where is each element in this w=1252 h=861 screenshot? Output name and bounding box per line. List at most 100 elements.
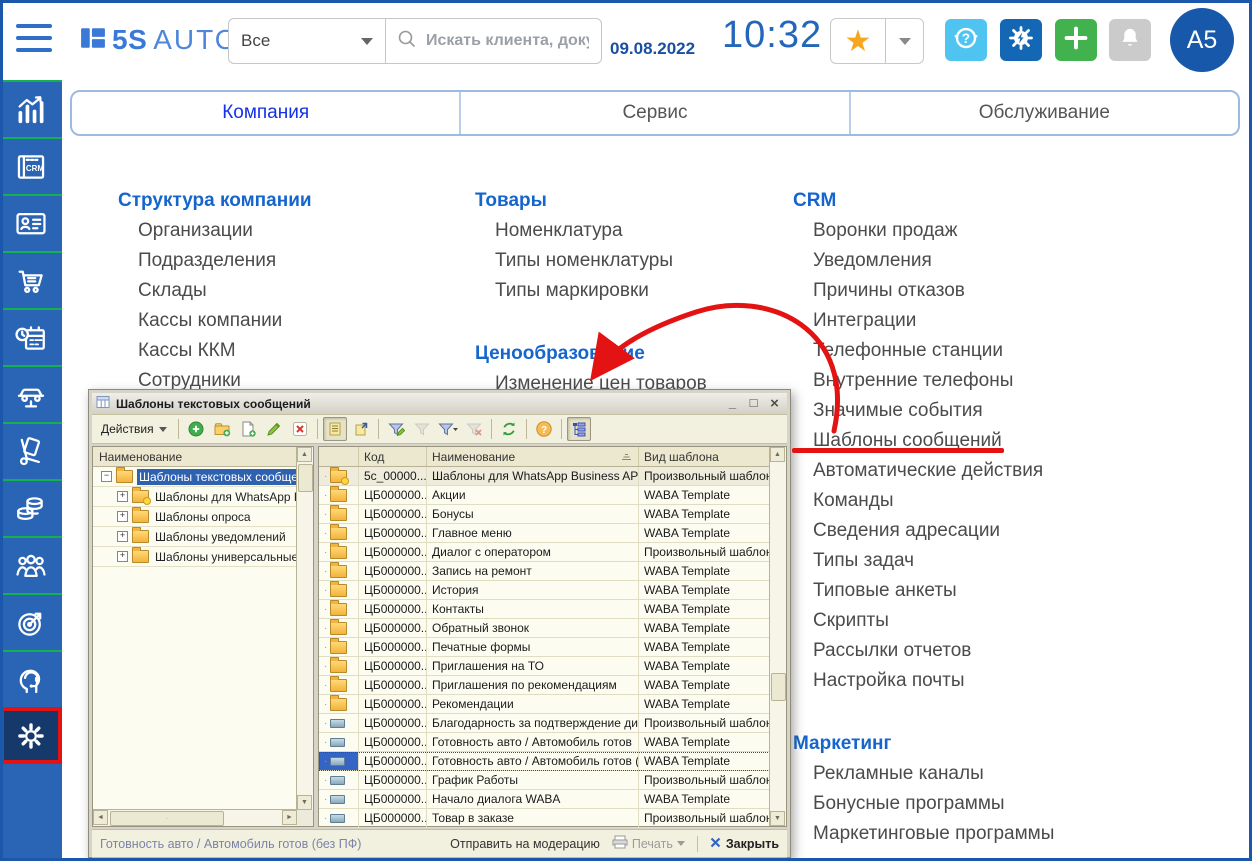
close-window-button[interactable]: Закрыть [710, 837, 779, 851]
search-scope-select[interactable]: Все [229, 19, 385, 63]
print-button[interactable]: Печать [612, 835, 685, 852]
toolbar-edit-button[interactable] [262, 417, 286, 441]
nav-item[interactable]: Причины отказов [793, 276, 1138, 306]
toolbar-hierarchy-view-button[interactable] [567, 417, 591, 441]
tab-2[interactable]: Сервис [459, 92, 848, 134]
nav-item[interactable]: Уведомления [793, 246, 1138, 276]
nav-item[interactable]: Подразделения [118, 246, 463, 276]
tree-vertical-scrollbar[interactable]: ▲ ▼ [296, 447, 313, 810]
notifications-button[interactable] [1109, 19, 1151, 61]
menu-icon[interactable] [16, 24, 52, 52]
sidebar-item-settings[interactable] [0, 707, 62, 764]
sidebar-item-targets[interactable] [0, 593, 62, 650]
nav-item[interactable]: Типовые анкеты [793, 576, 1138, 606]
minimize-icon[interactable]: _ [724, 395, 741, 412]
sidebar-item-sales[interactable] [0, 251, 62, 308]
sidebar-item-analytics[interactable] [0, 80, 62, 137]
nav-item[interactable]: Кассы ККМ [118, 336, 463, 366]
tree-row[interactable]: +Шаблоны опроса [93, 507, 297, 527]
sidebar-item-staff[interactable] [0, 536, 62, 593]
table-row[interactable]: ·ЦБ000000...График РаботыПроизвольный ша… [319, 771, 770, 790]
column-code[interactable]: Код [359, 447, 427, 466]
nav-item[interactable]: Организации [118, 216, 463, 246]
expand-icon[interactable]: + [117, 511, 128, 522]
nav-item[interactable]: Маркетинговые программы [793, 819, 1138, 849]
table-row[interactable]: ·ЦБ000000...Товар в заказеПроизвольный ш… [319, 809, 770, 828]
nav-item[interactable]: Кассы компании [118, 306, 463, 336]
toolbar-copy-button[interactable] [236, 417, 260, 441]
sidebar-item-planning[interactable] [0, 308, 62, 365]
nav-item[interactable]: Рассылки отчетов [793, 636, 1138, 666]
table-row[interactable]: ·ЦБ000000...Благодарность за подтвержден… [319, 714, 770, 733]
column-kind[interactable]: Вид шаблона [639, 447, 770, 466]
expand-icon[interactable]: + [117, 531, 128, 542]
sidebar-item-service[interactable] [0, 365, 62, 422]
toolbar-list-view-button[interactable] [323, 417, 347, 441]
send-to-moderation-button[interactable]: Отправить на модерацию [450, 837, 600, 851]
favorites-star-icon[interactable]: ★ [831, 19, 885, 63]
toolbar-delete-button[interactable] [288, 417, 312, 441]
scroll-thumb[interactable] [771, 673, 786, 701]
toolbar-move-item-button[interactable] [349, 417, 373, 441]
sidebar-item-support[interactable] [0, 650, 62, 707]
tree-header[interactable]: Наименование [93, 447, 297, 467]
scroll-down-icon[interactable]: ▼ [770, 811, 785, 826]
toolbar-help-button[interactable]: ? [532, 417, 556, 441]
table-row[interactable]: ·ЦБ000000...Печатные формыWABA Template [319, 638, 770, 657]
sidebar-item-warehouse[interactable] [0, 422, 62, 479]
settings-button[interactable] [1000, 19, 1042, 61]
avatar[interactable]: A5 [1170, 8, 1234, 72]
scroll-thumb[interactable]: · [110, 811, 224, 826]
table-row[interactable]: ·ЦБ000000...ИсторияWABA Template [319, 581, 770, 600]
sidebar-item-contacts[interactable] [0, 194, 62, 251]
nav-item[interactable]: Номенклатура [475, 216, 820, 246]
table-row[interactable]: ·ЦБ000000...Главное менюWABA Template [319, 524, 770, 543]
table-row[interactable]: ·ЦБ000000...Начало диалога WABAWABA Temp… [319, 790, 770, 809]
table-row[interactable]: ·ЦБ000000...Запись на ремонтWABA Templat… [319, 562, 770, 581]
nav-item[interactable]: Типы маркировки [475, 276, 820, 306]
maximize-icon[interactable]: □ [745, 395, 762, 412]
column-name[interactable]: Наименование [427, 447, 639, 466]
tree-row[interactable]: +Шаблоны уведомлений [93, 527, 297, 547]
nav-item[interactable]: Телефонные станции [793, 336, 1138, 366]
nav-item[interactable]: Автоматические действия [793, 456, 1138, 486]
tree-row[interactable]: +Шаблоны для WhatsApp Bu [93, 487, 297, 507]
tab-3[interactable]: Обслуживание [849, 92, 1238, 134]
nav-item[interactable]: Типы задач [793, 546, 1138, 576]
table-row[interactable]: ·ЦБ000000...Обратный звонокWABA Template [319, 619, 770, 638]
close-icon[interactable]: × [766, 395, 783, 412]
nav-item[interactable]: Бонусные программы [793, 789, 1138, 819]
sidebar-item-finance[interactable] [0, 479, 62, 536]
toolbar-add-group-button[interactable] [210, 417, 234, 441]
table-row[interactable]: ·ЦБ000000...Приглашения по рекомендациям… [319, 676, 770, 695]
nav-item[interactable]: Скрипты [793, 606, 1138, 636]
tab-1[interactable]: Компания [72, 92, 459, 134]
tree-row[interactable]: −Шаблоны текстовых сообщени [93, 467, 297, 487]
nav-item[interactable]: Значимые события [793, 396, 1138, 426]
help-button[interactable]: ? [945, 19, 987, 61]
scroll-up-icon[interactable]: ▲ [297, 447, 312, 462]
table-row[interactable]: ·ЦБ000000...Диалог с операторомПроизволь… [319, 543, 770, 562]
scroll-thumb[interactable] [298, 464, 313, 492]
tree-horizontal-scrollbar[interactable]: ◄ · ► [93, 809, 297, 826]
table-row[interactable]: ·ЦБ000000...БонусыWABA Template [319, 505, 770, 524]
table-vertical-scrollbar[interactable]: ▲ ▼ [769, 447, 786, 826]
toolbar-filter-button[interactable] [410, 417, 434, 441]
table-row[interactable]: ·ЦБ000000...РекомендацииWABA Template [319, 695, 770, 714]
table-row[interactable]: ·ЦБ000000...Готовность авто / Автомобиль… [319, 752, 770, 771]
toolbar-refresh-button[interactable] [497, 417, 521, 441]
expand-icon[interactable]: + [117, 491, 128, 502]
actions-menu-button[interactable]: Действия [95, 417, 173, 441]
tree-row[interactable]: +Шаблоны универсальные [93, 547, 297, 567]
nav-item[interactable]: Интеграции [793, 306, 1138, 336]
search-input[interactable] [424, 31, 591, 51]
scroll-right-icon[interactable]: ► [282, 810, 297, 825]
add-button[interactable] [1055, 19, 1097, 61]
window-title-bar[interactable]: Шаблоны текстовых сообщений _ □ × [92, 393, 787, 414]
table-row[interactable]: ·ЦБ000000...КонтактыWABA Template [319, 600, 770, 619]
favorites-dropdown[interactable] [886, 19, 923, 63]
toolbar-add-button[interactable] [184, 417, 208, 441]
table-row[interactable]: ·ЦБ000000...АкцииWABA Template [319, 486, 770, 505]
sidebar-item-crm[interactable]: CRM [0, 137, 62, 194]
scroll-left-icon[interactable]: ◄ [93, 810, 108, 825]
